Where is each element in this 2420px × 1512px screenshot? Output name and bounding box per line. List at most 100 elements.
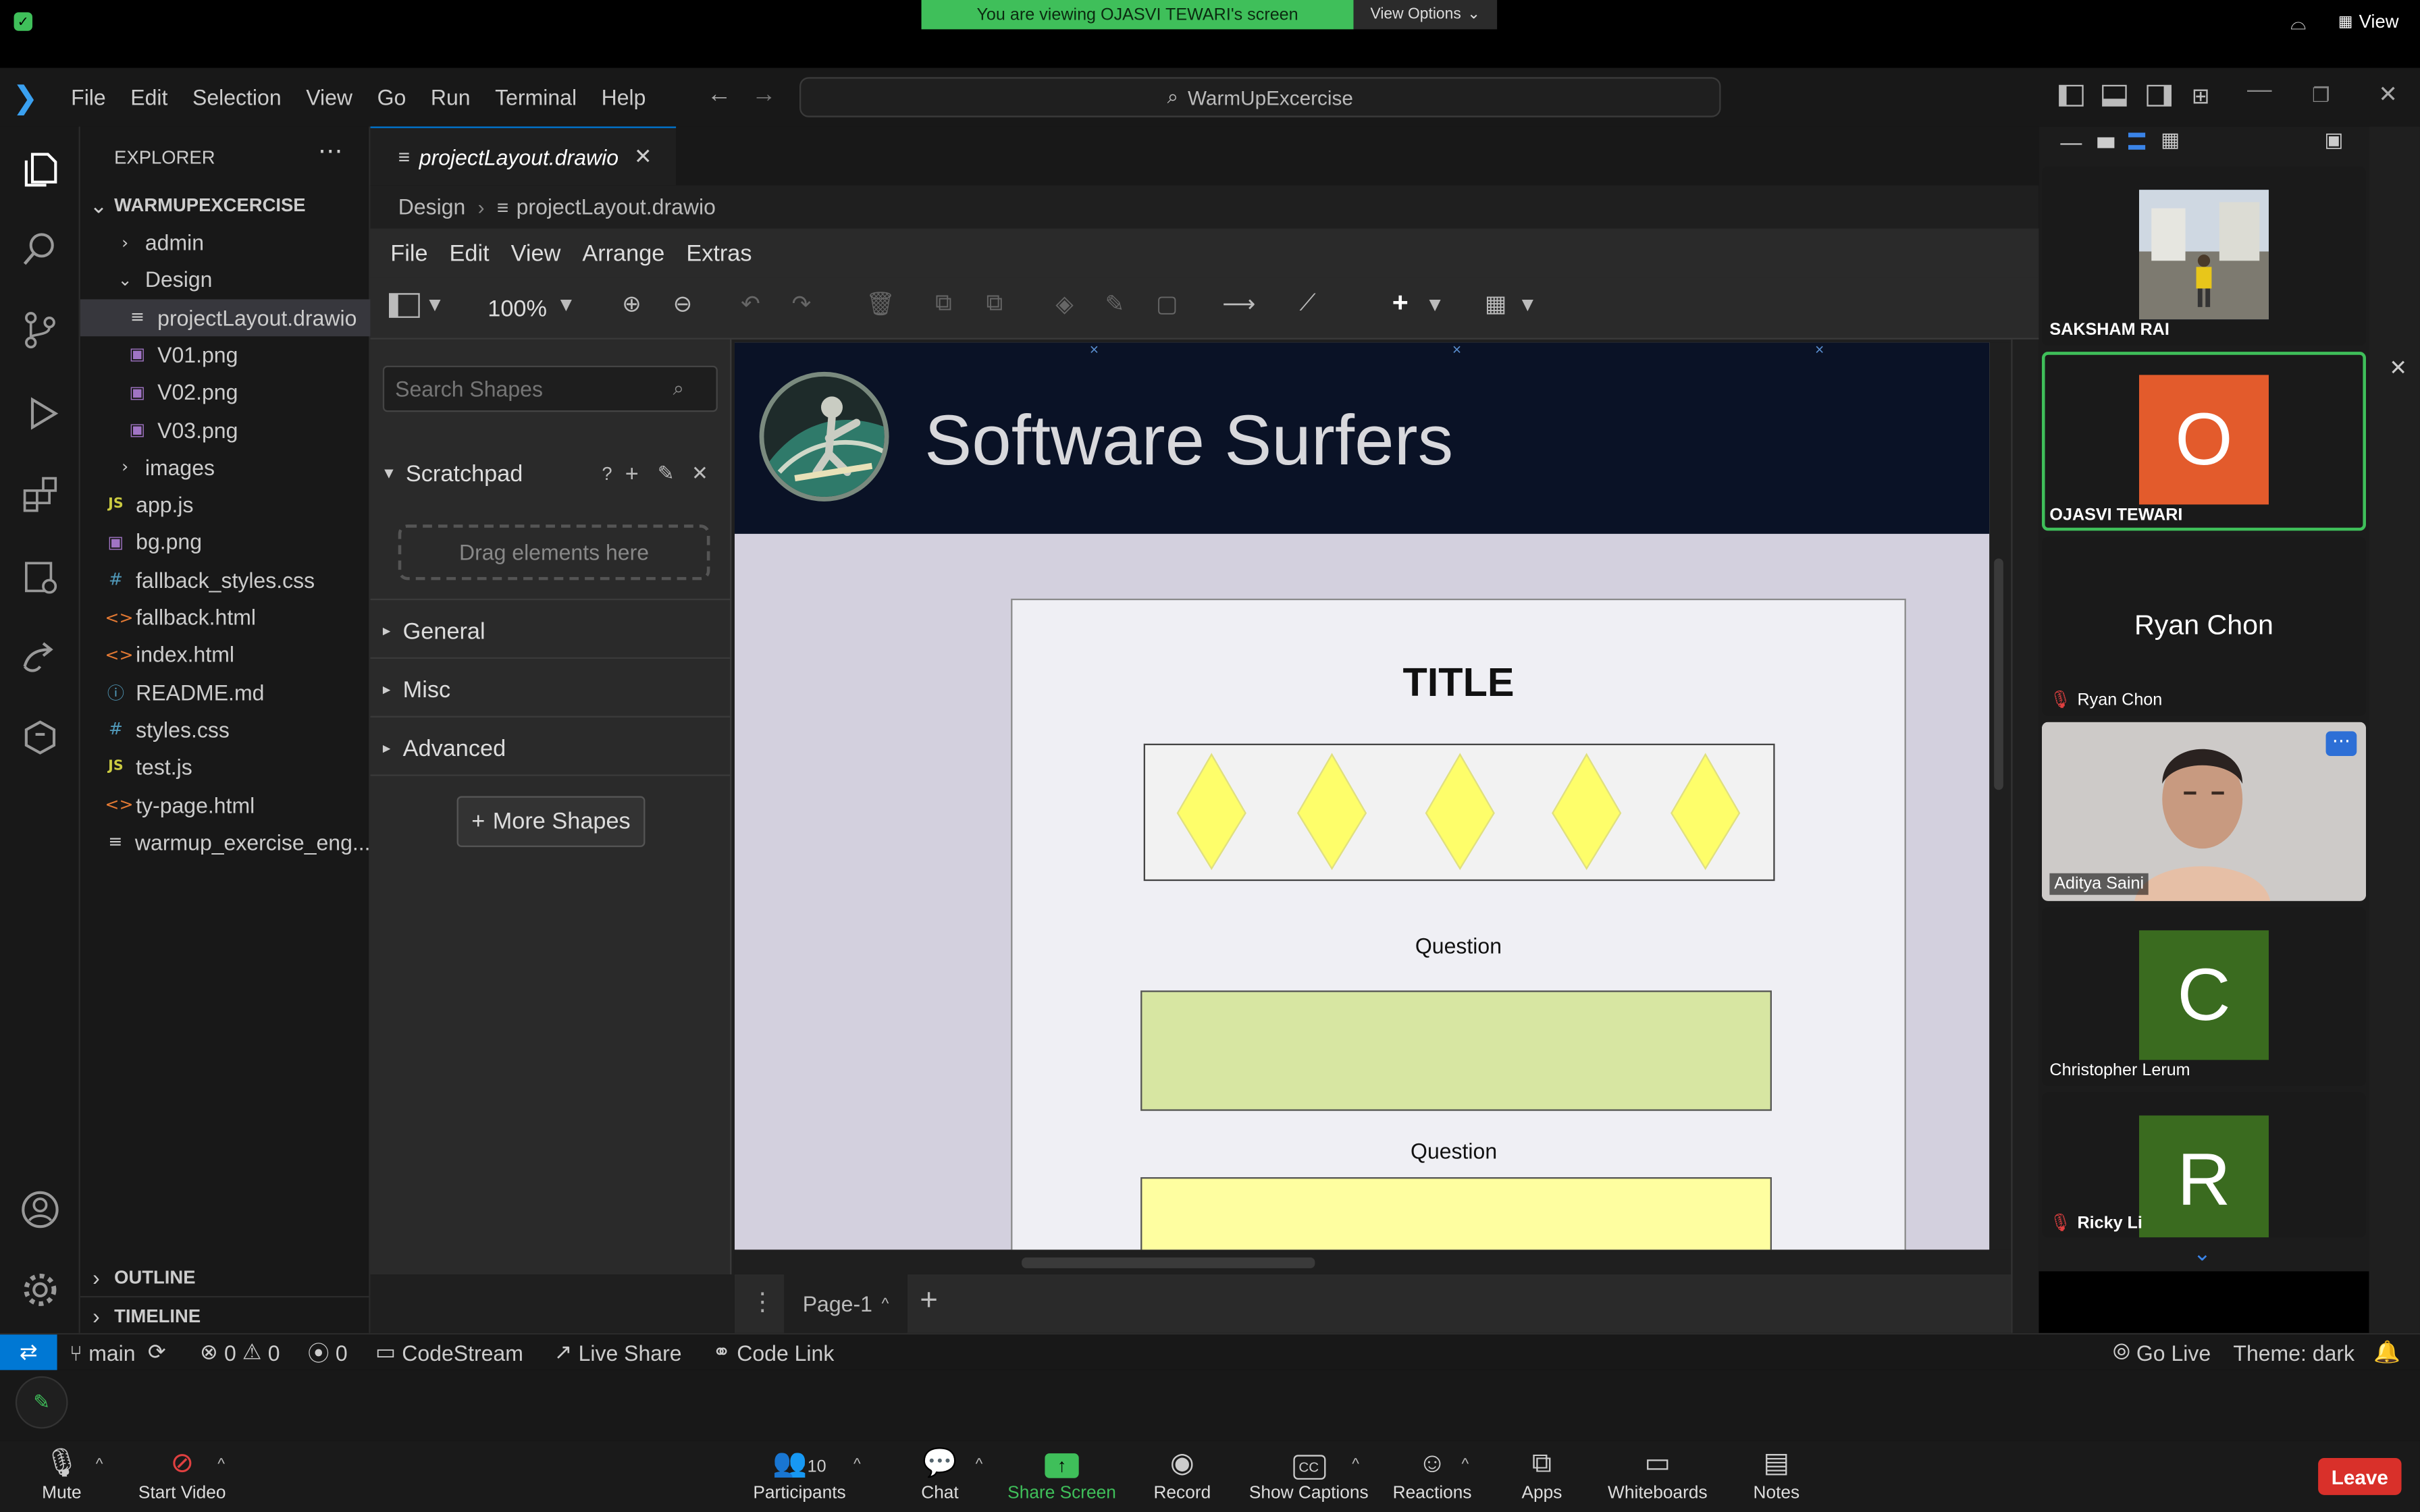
- theme-status[interactable]: Theme: dark: [2233, 1340, 2355, 1365]
- tree-item[interactable]: ≡ warmup_exercise_eng...: [80, 824, 370, 861]
- source-control-icon[interactable]: [18, 308, 61, 352]
- popout-icon[interactable]: ▣: [2324, 128, 2343, 153]
- tree-item[interactable]: ⓘ README.md: [80, 674, 371, 711]
- table-icon[interactable]: ▦: [1485, 290, 1506, 318]
- scratchpad-header[interactable]: ▼ Scratchpad ? + ✎ ✕: [371, 454, 732, 493]
- shadow-icon[interactable]: ▢: [1156, 290, 1178, 318]
- account-icon[interactable]: [18, 1188, 61, 1231]
- chevron-down-icon[interactable]: ▾: [429, 290, 440, 318]
- share-screen-button[interactable]: ↑ Share Screen: [1006, 1447, 1117, 1503]
- breadcrumb-file[interactable]: projectLayout.drawio: [517, 194, 716, 219]
- page-tab-1[interactable]: Page-1 ^: [784, 1274, 908, 1333]
- delete-icon[interactable]: 🗑: [866, 290, 895, 318]
- reactions-button[interactable]: ☺ Reactions: [1392, 1447, 1473, 1503]
- codestream-status[interactable]: ▭ CodeStream: [375, 1339, 523, 1366]
- captions-chevron-icon[interactable]: ^: [1352, 1457, 1359, 1474]
- remote-explorer-icon[interactable]: [18, 556, 61, 599]
- notes-button[interactable]: ▤ Notes: [1750, 1447, 1803, 1503]
- restore-icon[interactable]: ❐: [2312, 83, 2330, 108]
- section-misc[interactable]: ▸ Misc: [371, 670, 732, 709]
- layout-icon[interactable]: ⊞: [2192, 83, 2210, 109]
- minimize-icon[interactable]: —: [2247, 77, 2272, 105]
- question-label-2[interactable]: Question: [1012, 1139, 1904, 1164]
- drawio-menu-extras[interactable]: Extras: [686, 240, 752, 266]
- remote-indicator-icon[interactable]: ⇄: [0, 1333, 57, 1371]
- explorer-icon[interactable]: [18, 148, 61, 191]
- tree-item[interactable]: JS test.js: [80, 749, 371, 786]
- selection-handle[interactable]: ×: [1090, 342, 1099, 359]
- start-video-button[interactable]: ⊘ Start Video: [136, 1447, 228, 1503]
- header-banner[interactable]: Software Surfers: [734, 342, 1990, 534]
- selection-handle[interactable]: ×: [1452, 342, 1461, 359]
- tree-item[interactable]: ⌄ Design: [80, 261, 371, 298]
- run-debug-icon[interactable]: [18, 392, 61, 435]
- menu-run[interactable]: Run: [431, 85, 471, 110]
- page-title[interactable]: TITLE: [1012, 659, 1904, 707]
- horizontal-scrollbar[interactable]: [734, 1249, 2011, 1274]
- liveshare-status[interactable]: ↗ Live Share: [554, 1339, 682, 1366]
- help-icon[interactable]: ?: [602, 463, 612, 485]
- drawio-menu-view[interactable]: View: [511, 240, 561, 266]
- zoom-in-icon[interactable]: ⊕: [622, 290, 641, 318]
- undo-icon[interactable]: ↶: [741, 290, 760, 318]
- vertical-scrollbar[interactable]: [1989, 342, 2011, 1250]
- toggle-panel-icon[interactable]: [2102, 84, 2127, 107]
- command-center-search[interactable]: ⌕ WarmUpExcercise: [799, 77, 1721, 117]
- shape-search-field[interactable]: [395, 376, 673, 402]
- chevron-down-icon[interactable]: ▾: [560, 290, 572, 318]
- tree-item[interactable]: <> fallback.html: [80, 599, 371, 636]
- search-icon[interactable]: [18, 228, 61, 271]
- page-frame[interactable]: TITLE Question Question: [1011, 598, 1906, 1250]
- menu-view[interactable]: View: [306, 85, 352, 110]
- section-general[interactable]: ▸ General: [371, 611, 732, 651]
- forward-arrow-icon[interactable]: →: [752, 82, 777, 109]
- drawio-menu-file[interactable]: File: [390, 240, 427, 266]
- immersive-icon[interactable]: ⌓: [2290, 11, 2307, 36]
- tree-item[interactable]: ▣ bg.png: [80, 524, 371, 561]
- more-options-icon[interactable]: ⋯: [2325, 731, 2357, 756]
- close-icon[interactable]: ✕: [691, 461, 708, 486]
- tree-item[interactable]: <> ty-page.html: [80, 786, 371, 824]
- drawio-menu-arrange[interactable]: Arrange: [582, 240, 664, 266]
- tree-item[interactable]: ▣ V01.png: [80, 336, 371, 373]
- codelink-status[interactable]: ⚭ Code Link: [712, 1339, 834, 1366]
- view-options-button[interactable]: View Options ⌄: [1353, 0, 1498, 30]
- chat-button[interactable]: 💬 Chat: [917, 1447, 964, 1503]
- menu-help[interactable]: Help: [602, 85, 646, 110]
- participant-tile-4[interactable]: ⋯ Aditya Saini: [2041, 722, 2366, 901]
- menu-selection[interactable]: Selection: [192, 85, 282, 110]
- chevron-down-icon[interactable]: ▾: [1522, 290, 1533, 318]
- toggle-sidebar-icon[interactable]: [2059, 84, 2084, 107]
- outline-section[interactable]: › OUTLINE: [80, 1259, 371, 1296]
- participant-tile-2[interactable]: O OJASVI TEWARI: [2041, 352, 2366, 531]
- breadcrumb-design[interactable]: Design: [398, 194, 466, 219]
- speaker-view-icon[interactable]: [2097, 137, 2115, 148]
- minimize-video-icon[interactable]: —: [2060, 130, 2082, 155]
- diagram-canvas[interactable]: Software Surfers × × × TITLE Question Qu…: [734, 342, 1990, 1250]
- live-share-icon[interactable]: [18, 636, 61, 679]
- tree-item[interactable]: # fallback_styles.css: [80, 561, 371, 598]
- participant-tile-5[interactable]: C Christopher Lerum: [2041, 907, 2366, 1087]
- add-page-icon[interactable]: +: [920, 1284, 938, 1320]
- video-options-chevron-icon[interactable]: ^: [217, 1457, 225, 1474]
- tree-item[interactable]: › images: [80, 449, 371, 486]
- participant-tile-3[interactable]: Ryan Chon 🎙 Ryan Chon: [2041, 537, 2366, 716]
- redo-icon[interactable]: ↷: [792, 290, 812, 318]
- waypoints-icon[interactable]: ⟋: [1300, 290, 1316, 317]
- rating-box[interactable]: [1143, 743, 1775, 882]
- menu-edit[interactable]: Edit: [130, 85, 167, 110]
- answer-box-2[interactable]: [1140, 1177, 1772, 1250]
- gear-icon[interactable]: [18, 1268, 61, 1312]
- extensions-icon[interactable]: [18, 472, 61, 515]
- mute-button[interactable]: 🎙 Mute: [34, 1447, 89, 1503]
- participant-tile-1[interactable]: SAKSHAM RAI: [2041, 166, 2366, 346]
- more-shapes-button[interactable]: + More Shapes: [456, 796, 646, 847]
- page-menu-icon[interactable]: ⋮: [750, 1287, 775, 1318]
- to-front-icon[interactable]: ⧉: [935, 290, 951, 317]
- section-advanced[interactable]: ▸ Advanced: [371, 728, 732, 768]
- audio-options-chevron-icon[interactable]: ^: [96, 1457, 103, 1474]
- connection-icon[interactable]: ⟶: [1222, 290, 1255, 318]
- bell-icon[interactable]: 🔔: [2373, 1339, 2400, 1366]
- tree-item[interactable]: ▣ V02.png: [80, 374, 371, 411]
- strip-view-icon[interactable]: [2128, 132, 2146, 150]
